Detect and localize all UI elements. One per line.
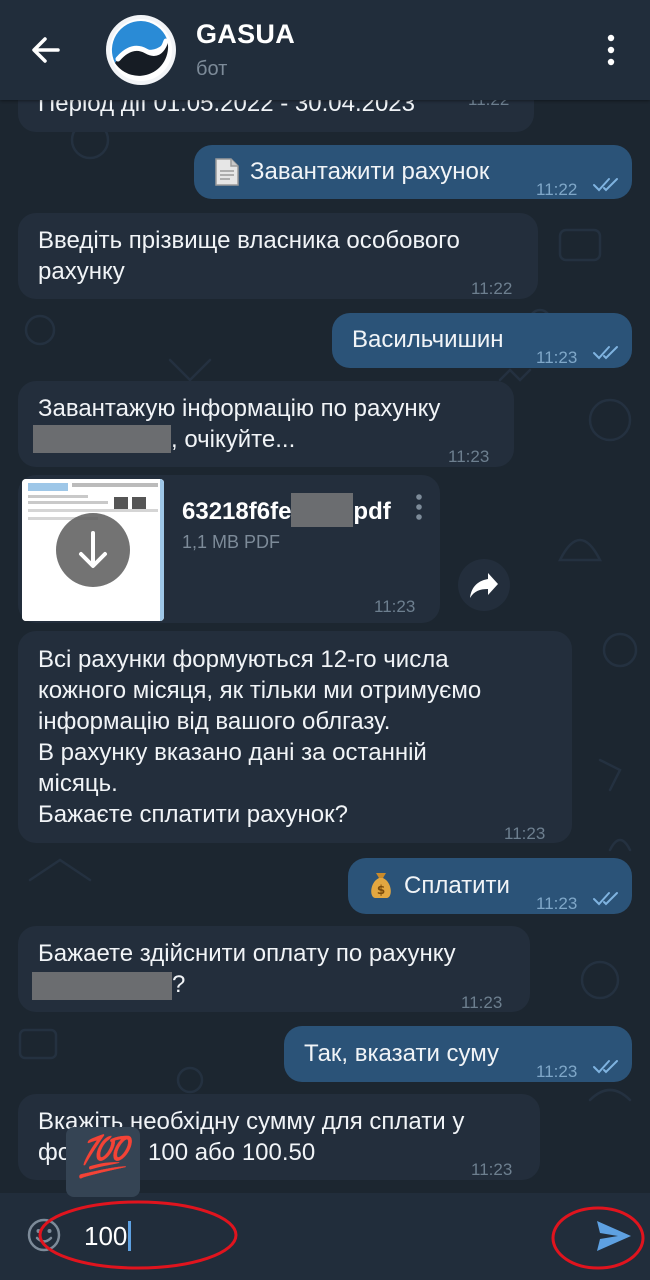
message-incoming[interactable]: Завантажую інформацію по рахунку , очіку… [18,381,514,467]
read-checkmarks-icon [593,178,618,192]
message-text: Васильчишин [352,326,504,353]
message-input[interactable]: 100 [84,1221,132,1252]
message-text-line: 100 або 100.50 [148,1139,316,1166]
message-input-bar: 100 [0,1193,650,1280]
file-name-suffix: pdf [353,498,391,525]
file-name-prefix: 63218f6fe [182,498,292,525]
file-name[interactable]: 63218f6fe pdf [182,493,391,527]
message-text: Період дії 01.05.2022 - 30.04.2023 [38,100,416,117]
message-outgoing[interactable]: Завантажити рахунок 11:22 [194,145,632,199]
read-checkmarks-icon [593,346,618,360]
pdf-thumbnail[interactable] [22,479,164,621]
message-text-line: Введіть прізвище власника особового [38,227,460,254]
message-time: 11:23 [374,597,416,616]
message-text-line: інформацію від вашого облгазу. [38,708,391,735]
chat-subtitle: бот [196,58,228,80]
message-text-line: Бажаете здійснити оплату по рахунку [38,940,456,967]
forward-button[interactable] [458,559,510,611]
message-text: Сплатити [404,872,510,899]
redacted-account-number [32,972,172,1000]
message-text-line: ? [172,971,186,998]
message-time: 11:23 [504,824,546,843]
text-caret [128,1221,132,1251]
svg-text:$: $ [377,883,385,897]
message-text-lines: Всі рахунки формуються 12-го числа кожног… [38,644,481,830]
message-time: 11:22 [536,180,578,199]
message-text: Так, вказати суму [304,1040,500,1067]
message-time: 11:23 [536,1062,578,1081]
chat-title[interactable]: GASUA [196,19,295,50]
message-time: 11:22 [468,100,509,115]
message-text-line: Завантажую інформацію по рахунку [38,395,441,422]
emoji-smile-icon[interactable] [26,1217,62,1253]
file-menu-icon[interactable] [412,492,426,522]
redacted-account-number [33,425,171,453]
message-incoming[interactable]: Введіть прізвище власника особового раху… [18,213,538,299]
message-text-line: місяць. [38,770,118,797]
message-outgoing[interactable]: Васильчишин 11:23 [332,313,632,368]
message-text-line: рахунку [38,258,125,285]
hundred-points-emoji: 💯 [78,1135,128,1179]
message-incoming[interactable]: Період дії 01.05.2022 - 30.04.2023 11:22 [18,100,534,132]
message-time: 11:23 [471,1160,513,1179]
message-time: 11:23 [536,894,578,913]
file-meta: 1,1 MB PDF [182,532,281,552]
message-text-line: кожного місяця, як тільки ми отримуємо [38,677,482,704]
money-bag-icon: $ [371,873,391,898]
chat-header: GASUA бот [0,0,650,100]
download-button[interactable] [56,513,130,587]
message-text: Завантажити рахунок [250,158,490,185]
message-outgoing[interactable]: Так, вказати суму 11:23 [284,1026,632,1082]
send-icon[interactable] [594,1218,634,1254]
share-forward-icon [470,573,498,598]
message-text-line: , очікуйте... [171,426,296,453]
document-icon [215,158,239,186]
emoji-suggestion[interactable]: 💯 [66,1127,140,1197]
message-time: 11:22 [471,279,513,298]
message-outgoing[interactable]: $ Сплатити 11:23 [348,858,632,914]
gasua-logo-icon [110,19,172,81]
read-checkmarks-icon [593,1060,618,1074]
message-text-line: Всі рахунки формуються 12-го числа [38,646,449,673]
message-list[interactable]: Період дії 01.05.2022 - 30.04.2023 11:22… [0,100,650,1193]
more-vertical-icon[interactable] [596,32,626,68]
message-incoming[interactable]: Бажаете здійснити оплату по рахунку ? 11… [18,926,530,1012]
bot-avatar[interactable] [106,15,176,85]
message-time: 11:23 [448,447,490,466]
message-time: 11:23 [461,993,503,1012]
back-arrow-icon[interactable] [26,30,66,70]
message-input-value: 100 [84,1221,128,1251]
message-text-line: Бажаєте сплатити рахунок? [38,801,348,828]
message-incoming[interactable]: Всі рахунки формуються 12-го числа кожног… [18,631,572,843]
download-arrow-icon [79,531,107,568]
redacted-file-id [291,493,354,527]
read-checkmarks-icon [593,892,618,906]
message-text-line: В рахунку вказано дані за останній [38,739,427,766]
message-time: 11:23 [536,348,578,367]
